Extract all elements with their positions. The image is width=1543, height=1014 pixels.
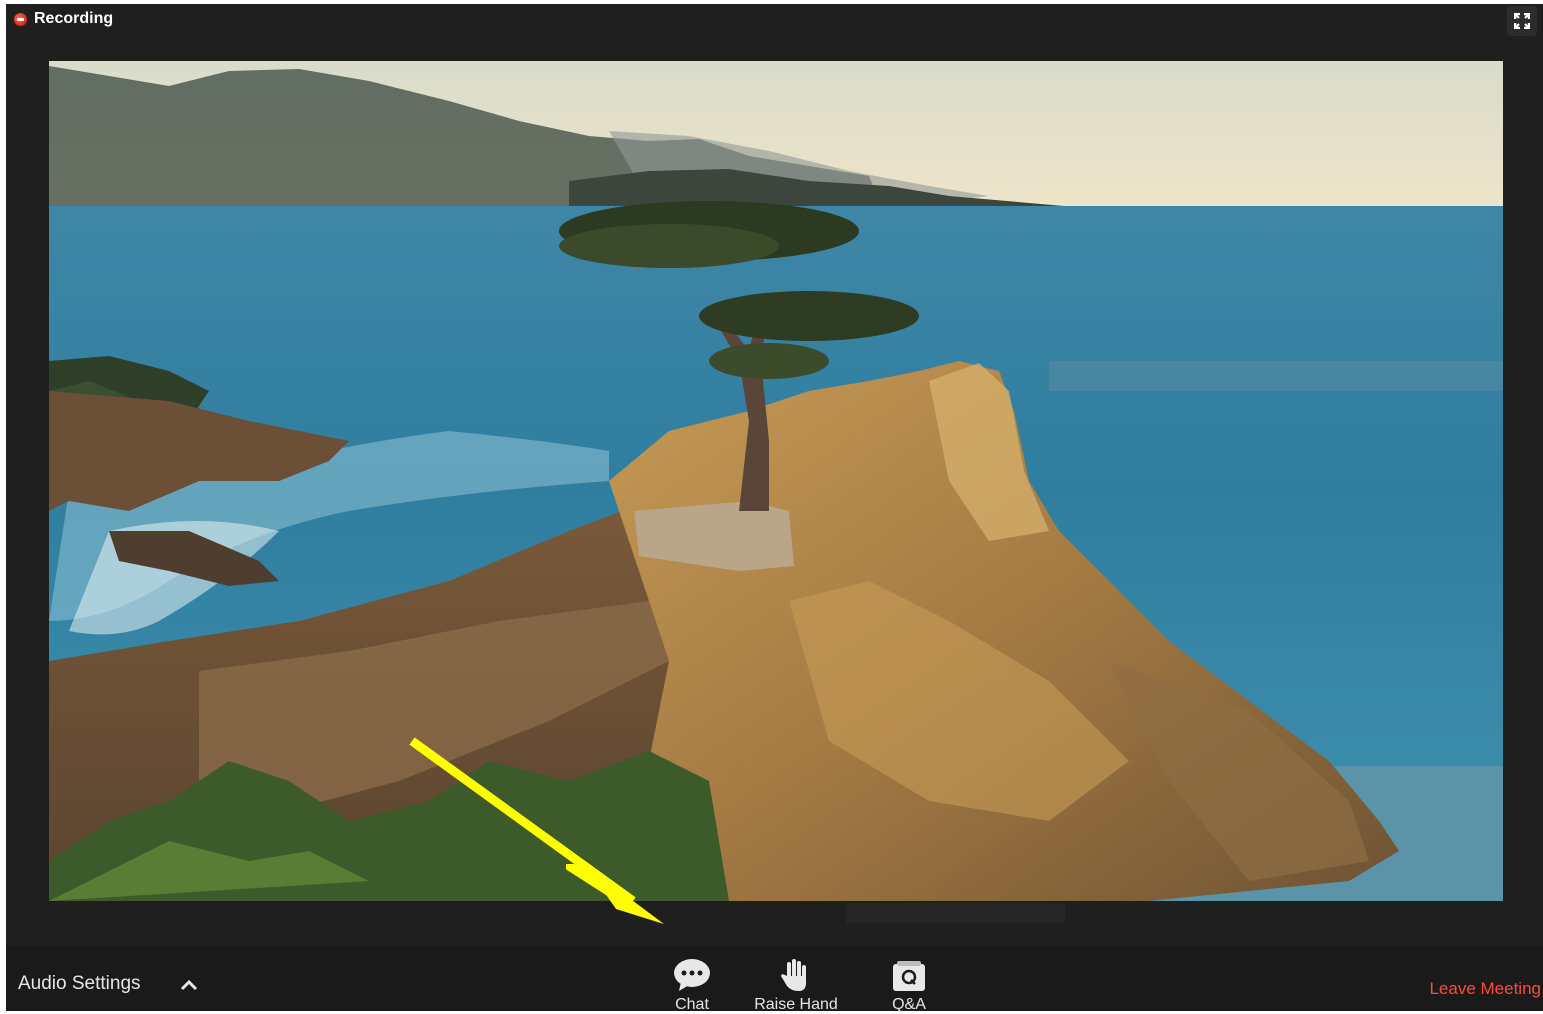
leave-meeting-button[interactable]: Leave Meeting	[1429, 979, 1541, 999]
lone-cypress-photo	[49, 61, 1503, 901]
raise-hand-button[interactable]: Raise Hand	[741, 954, 851, 1014]
shared-video-screen	[49, 61, 1503, 901]
chat-button[interactable]: Chat	[637, 954, 747, 1014]
recording-label: Recording	[34, 10, 114, 27]
raise-hand-label: Raise Hand	[754, 996, 838, 1013]
qa-button[interactable]: Q&A	[854, 954, 964, 1014]
hand-icon	[781, 959, 807, 991]
audio-settings-button[interactable]: Audio Settings	[18, 973, 141, 995]
qa-label: Q&A	[892, 996, 926, 1013]
meeting-window: Recording Audio Settings Chat Raise Hand…	[6, 4, 1543, 1014]
recording-indicator: Recording	[14, 8, 113, 30]
fullscreen-button[interactable]	[1507, 6, 1537, 36]
chat-label: Chat	[675, 996, 709, 1013]
chevron-up-icon[interactable]	[178, 974, 200, 996]
chat-bubble-icon	[674, 959, 710, 991]
status-strip	[846, 903, 1065, 923]
fullscreen-icon	[1514, 13, 1530, 29]
record-dot-icon	[14, 12, 27, 26]
annotation-arrowhead	[566, 864, 664, 924]
qa-icon	[893, 961, 925, 991]
meeting-toolbar: Audio Settings Chat Raise Hand Q&A Leave…	[6, 946, 1543, 1014]
